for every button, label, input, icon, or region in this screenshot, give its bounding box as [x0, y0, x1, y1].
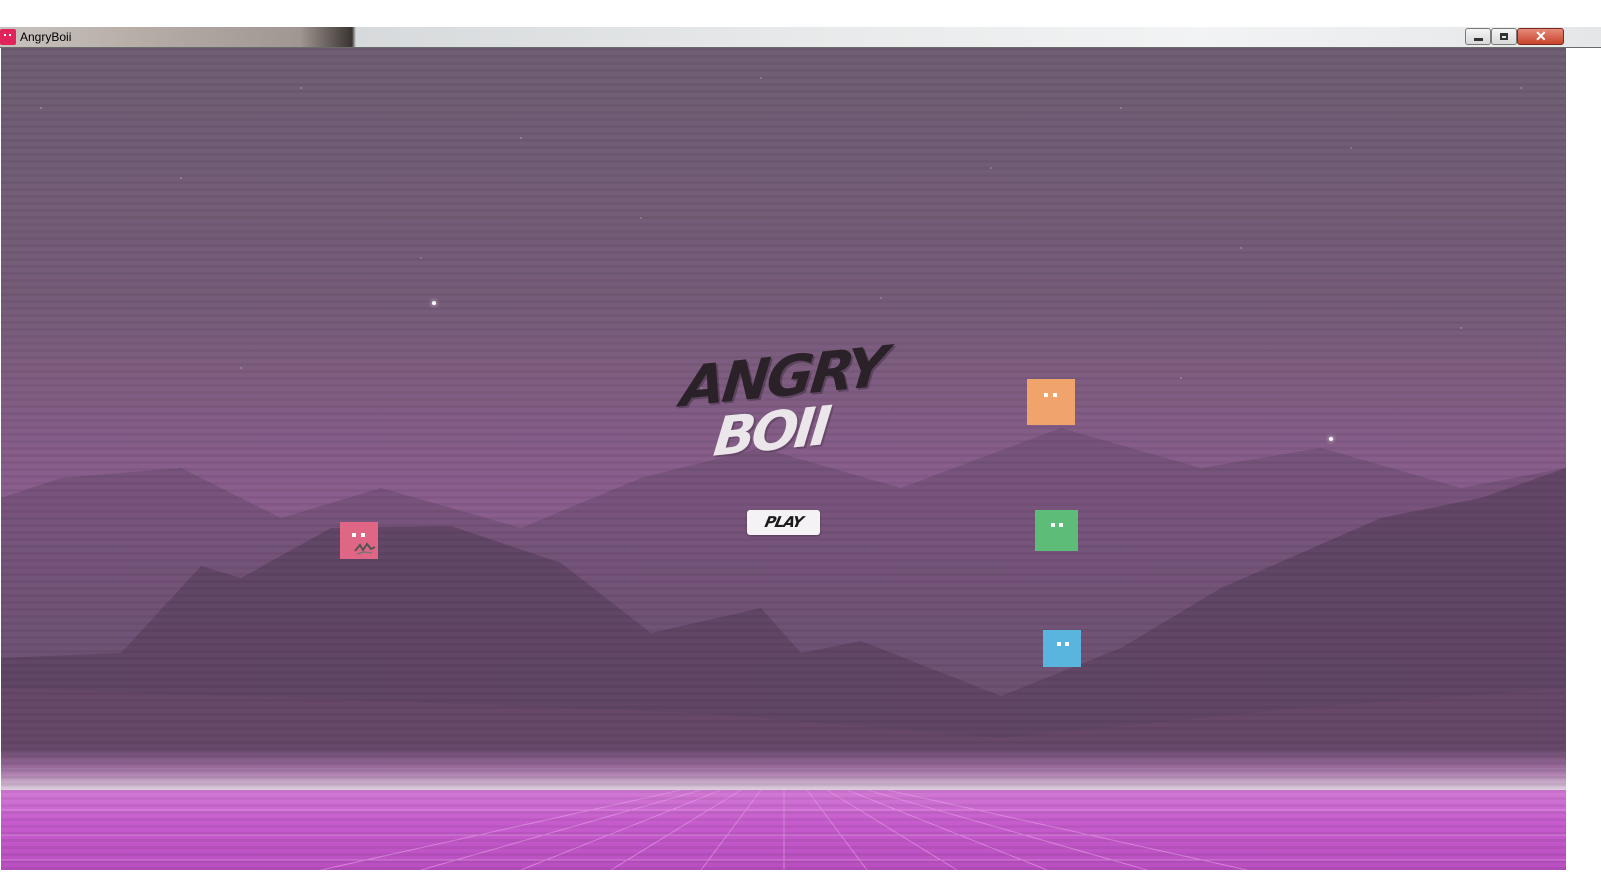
blue-boi — [1043, 630, 1081, 667]
eye — [1057, 642, 1061, 646]
pink-boi — [340, 522, 378, 559]
play-button[interactable]: PLAY — [747, 510, 820, 535]
eye — [1051, 523, 1055, 527]
floor-grid — [1, 790, 1566, 870]
close-icon: ✕ — [1535, 28, 1547, 44]
orange-boi — [1027, 379, 1075, 425]
restore-button[interactable] — [1491, 28, 1517, 45]
restore-icon — [1500, 33, 1508, 40]
scribble-icon — [354, 542, 376, 555]
window-title: AngryBoii — [20, 30, 72, 44]
eye — [1044, 393, 1048, 397]
eye — [1059, 523, 1063, 527]
game-logo: ANGRY BOII — [678, 335, 899, 476]
minimize-button[interactable] — [1465, 28, 1491, 45]
game-viewport[interactable]: ANGRY BOII PLAY — [1, 48, 1566, 870]
screen: AngryBoii ✕ ANGRY BOII PLAY — [0, 0, 1601, 889]
eye — [1065, 642, 1069, 646]
green-boi — [1035, 510, 1078, 551]
title-bar[interactable]: AngryBoii ✕ — [0, 27, 1601, 48]
app-icon — [0, 29, 16, 45]
close-button[interactable]: ✕ — [1517, 28, 1564, 45]
eye — [1053, 393, 1057, 397]
eye — [352, 533, 356, 537]
logo-line-boii: BOII — [710, 394, 831, 469]
minimize-icon — [1474, 38, 1483, 41]
eye — [361, 533, 365, 537]
play-button-label: PLAY — [763, 513, 805, 531]
